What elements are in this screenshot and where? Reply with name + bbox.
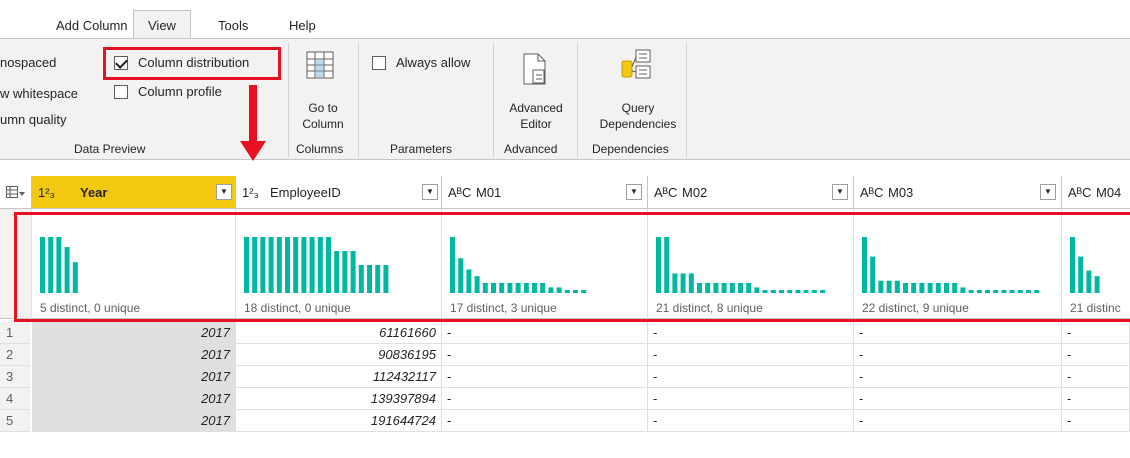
cell-year[interactable]: 2017 [32, 322, 236, 344]
tab-view[interactable]: View [133, 10, 191, 39]
text-type-icon[interactable]: AᴮC [1068, 185, 1091, 200]
cell-m02[interactable]: - [648, 410, 854, 432]
cell-m02[interactable]: - [648, 388, 854, 410]
column-distribution-highlight [103, 47, 281, 80]
cell-m04[interactable]: - [1062, 322, 1130, 344]
row-number[interactable]: 3 [0, 366, 30, 388]
column-header-m03[interactable]: AᴮC M03 ▼ [854, 176, 1062, 209]
cell-year[interactable]: 2017 [32, 410, 236, 432]
cell-year[interactable]: 2017 [32, 344, 236, 366]
text-type-icon[interactable]: AᴮC [448, 185, 471, 200]
red-arrow-icon [240, 85, 266, 161]
advanced-editor-label[interactable]: Advanced Editor [500, 100, 572, 132]
dependencies-group-label: Dependencies [592, 142, 669, 156]
row-number[interactable]: 2 [0, 344, 30, 366]
separator [358, 43, 359, 157]
chevron-down-icon[interactable]: ▼ [626, 184, 642, 200]
column-header-m02[interactable]: AᴮC M02 ▼ [648, 176, 854, 209]
advanced-group-label: Advanced [504, 142, 558, 156]
cell-employeeid[interactable]: 90836195 [236, 344, 442, 366]
distribution-highlight [14, 212, 1130, 322]
chevron-down-icon[interactable]: ▼ [1040, 184, 1056, 200]
cell-m04[interactable]: - [1062, 410, 1130, 432]
table-menu[interactable] [0, 176, 32, 209]
column-name: M02 [682, 185, 708, 200]
cell-employeeid[interactable]: 112432117 [236, 366, 442, 388]
cell-m02[interactable]: - [648, 344, 854, 366]
cell-employeeid[interactable]: 61161660 [236, 322, 442, 344]
always-allow-checkbox[interactable] [372, 56, 386, 70]
chevron-down-icon[interactable]: ▼ [422, 184, 438, 200]
ribbon: nospaced w whitespace umn quality Column… [0, 38, 1130, 161]
cell-m02[interactable]: - [648, 322, 854, 344]
cell-m03[interactable]: - [854, 410, 1062, 432]
cell-m03[interactable]: - [854, 388, 1062, 410]
query-dependencies-icon[interactable] [620, 49, 660, 83]
chevron-down-icon[interactable]: ▼ [832, 184, 848, 200]
column-profile-checkbox[interactable] [114, 85, 128, 99]
column-header-m01[interactable]: AᴮC M01 ▼ [442, 176, 648, 209]
go-to-column-label[interactable]: Go to Column [296, 100, 350, 132]
parameters-group-label: Parameters [390, 142, 453, 156]
cell-m03[interactable]: - [854, 344, 1062, 366]
column-quality-option[interactable]: umn quality [0, 112, 66, 127]
ribbon-tab-bar: Add Column View Tools Help [0, 0, 1130, 39]
query-dependencies-label[interactable]: Query Dependencies [586, 100, 690, 132]
separator [493, 43, 494, 157]
cell-m04[interactable]: - [1062, 366, 1130, 388]
cell-m01[interactable]: - [442, 388, 648, 410]
whole-number-type-icon[interactable]: 1²₃ [38, 185, 55, 200]
column-name: Year [80, 185, 108, 200]
cell-m01[interactable]: - [442, 366, 648, 388]
column-name: EmployeeID [270, 185, 341, 200]
cell-employeeid[interactable]: 139397894 [236, 388, 442, 410]
cell-year[interactable]: 2017 [32, 388, 236, 410]
whole-number-type-icon[interactable]: 1²₃ [242, 185, 259, 200]
column-header-m04[interactable]: AᴮC M04 [1062, 176, 1130, 209]
column-header-year[interactable]: 1²₃ Year ▼ [32, 176, 236, 209]
cell-m03[interactable]: - [854, 322, 1062, 344]
cell-m03[interactable]: - [854, 366, 1062, 388]
cell-m02[interactable]: - [648, 366, 854, 388]
tab-help[interactable]: Help [289, 18, 316, 33]
column-name: M03 [888, 185, 914, 200]
cell-m01[interactable]: - [442, 344, 648, 366]
text-type-icon[interactable]: AᴮC [654, 185, 677, 200]
data-preview-group-label: Data Preview [74, 142, 146, 156]
tab-add-column[interactable]: Add Column [56, 18, 128, 33]
advanced-editor-icon[interactable] [522, 53, 548, 87]
cell-m04[interactable]: - [1062, 344, 1130, 366]
cell-m01[interactable]: - [442, 410, 648, 432]
separator [686, 43, 687, 157]
separator [288, 43, 289, 157]
chevron-down-icon[interactable]: ▼ [216, 184, 232, 200]
row-number[interactable]: 5 [0, 410, 30, 432]
data-grid: 1²₃ Year ▼ 1²₃ EmployeeID ▼ AᴮC M01 ▼ Aᴮ… [0, 176, 1130, 458]
columns-group-label: Columns [296, 142, 344, 156]
cell-m04[interactable]: - [1062, 388, 1130, 410]
show-whitespace-option[interactable]: w whitespace [0, 86, 78, 101]
monospaced-option[interactable]: nospaced [0, 55, 56, 70]
table-icon [6, 186, 25, 198]
column-header-employeeid[interactable]: 1²₃ EmployeeID ▼ [236, 176, 442, 209]
cell-employeeid[interactable]: 191644724 [236, 410, 442, 432]
separator [577, 43, 578, 157]
tab-tools[interactable]: Tools [218, 18, 248, 33]
cell-m01[interactable]: - [442, 322, 648, 344]
column-profile-label[interactable]: Column profile [138, 84, 222, 99]
text-type-icon[interactable]: AᴮC [860, 185, 883, 200]
go-to-column-icon[interactable] [306, 51, 336, 81]
row-number[interactable]: 1 [0, 322, 30, 344]
column-name: M01 [476, 185, 502, 200]
row-number[interactable]: 4 [0, 388, 30, 410]
cell-year[interactable]: 2017 [32, 366, 236, 388]
column-name: M04 [1096, 185, 1122, 200]
always-allow-label[interactable]: Always allow [396, 55, 470, 70]
